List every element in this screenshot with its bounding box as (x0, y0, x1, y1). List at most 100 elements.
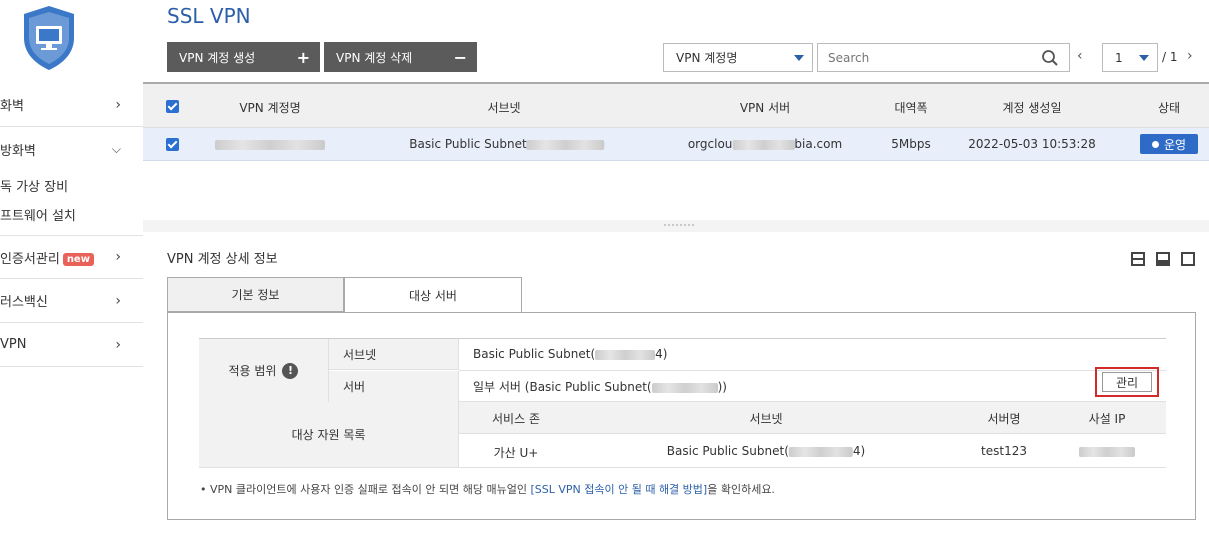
panel-splitter[interactable] (143, 220, 1209, 232)
filter-select[interactable]: VPN 계정명 (663, 43, 813, 72)
sidebar-item-text: 인증서관리 (0, 251, 60, 267)
help-note: • VPN 클라이언트에 사용자 인증 실패로 접속이 안 되면 해당 매뉴얼인… (200, 481, 775, 497)
chevron-down-icon: ⌵ (111, 141, 121, 156)
chevron-right-icon: › (115, 292, 121, 309)
vpn-account-table: VPN 계정명 서브넷 VPN 서버 대역폭 계정 생성일 상태 Basic P… (143, 82, 1209, 220)
resource-subnet-end: 4) (852, 444, 866, 458)
select-all-checkbox[interactable] (166, 100, 179, 113)
sidebar-item-web-firewall[interactable]: 방화벽 ⌵ (0, 127, 143, 171)
col-bandwidth[interactable]: 대역폭 (894, 99, 927, 116)
status-dot-icon (1151, 140, 1159, 148)
scope-label-text: 적용 범위 (228, 364, 277, 378)
minimize-panel-icon[interactable] (1131, 252, 1145, 266)
sidebar-item-label: 화벽 (0, 99, 24, 114)
subnet-value-text: Basic Public Subnet( (473, 347, 596, 361)
resource-subnet-text: Basic Public Subnet( (666, 444, 789, 458)
sidebar-item-label: 방화벽 (0, 143, 36, 159)
row-subnet: Basic Public Subnet (409, 137, 605, 151)
sidebar-item-ssl-vpn[interactable]: VPN › (0, 323, 143, 367)
subnet-value: Basic Public Subnet( 4) (473, 347, 667, 361)
info-exclamation-icon[interactable]: ! (282, 362, 299, 379)
minus-icon: − (453, 47, 467, 67)
note-text-end: 을 확인하세요. (707, 483, 775, 496)
server-value-text: 일부 서버 (Basic Public Subnet( (473, 380, 652, 394)
chevron-right-icon: › (115, 96, 121, 113)
table-row[interactable]: 가산 U+ Basic Public Subnet( 4) test123 (459, 435, 1166, 467)
maximize-panel-icon[interactable] (1181, 252, 1195, 266)
page-select[interactable]: 1 (1102, 43, 1158, 72)
sidebar-item-cert-manage[interactable]: 인증서관리 new › (0, 235, 143, 279)
col-resource-subnet: 서브넷 (749, 412, 783, 426)
half-panel-icon[interactable] (1156, 252, 1170, 266)
chevron-right-icon: › (115, 249, 121, 265)
col-subnet[interactable]: 서브넷 (487, 99, 520, 116)
sidebar-subitem-software-install[interactable]: 프트웨어 설치 (0, 205, 76, 224)
chevron-right-icon: › (115, 336, 121, 353)
resource-subnet: Basic Public Subnet( 4) (667, 444, 865, 458)
row-server-suffix: bia.com (794, 137, 843, 151)
table-row[interactable]: Basic Public Subnet orgclou bia.com 5Mbps… (143, 128, 1209, 161)
row-checkbox[interactable] (166, 138, 179, 151)
server-value: 일부 서버 (Basic Public Subnet()) (473, 378, 727, 395)
tab-target-server[interactable]: 대상 서버 (344, 277, 522, 313)
col-status[interactable]: 상태 (1158, 99, 1180, 116)
filter-selected-value: VPN 계정명 (676, 51, 738, 65)
detail-panel: VPN 계정 상세 정보 기본 정보 대상 서버 적용 범위! 서브넷 Basi… (143, 232, 1209, 535)
table-header: VPN 계정명 서브넷 VPN 서버 대역폭 계정 생성일 상태 (143, 84, 1209, 128)
search-icon[interactable] (1041, 49, 1059, 67)
col-server-name: 서버명 (987, 412, 1021, 426)
subnet-label: 서브넷 (329, 339, 459, 370)
scope-row: 적용 범위! 서브넷 Basic Public Subnet( 4) 서버 일부 … (199, 338, 1166, 402)
search-box (817, 43, 1070, 72)
manage-button[interactable]: 관리 (1102, 372, 1152, 392)
search-input[interactable] (818, 44, 1028, 71)
resource-row: 대상 자원 목록 서비스 존 서브넷 서버명 사설 IP 가산 U+ Basic… (199, 402, 1166, 468)
create-label: VPN 계정 생성 (179, 50, 256, 65)
sidebar-item-antivirus[interactable]: 러스백신 › (0, 279, 143, 323)
col-created[interactable]: 계정 생성일 (1002, 99, 1061, 116)
caret-down-icon (1139, 55, 1149, 61)
prev-page-icon[interactable]: ‹ (1077, 48, 1083, 64)
new-badge: new (62, 252, 94, 266)
resource-server-name: test123 (981, 444, 1027, 458)
col-vpn-server[interactable]: VPN 서버 (740, 99, 790, 116)
server-label: 서버 (329, 371, 459, 402)
server-value-end: )) (717, 380, 727, 394)
subnet-value-end: 4) (655, 347, 668, 361)
sidebar-item-label: 인증서관리 new (0, 248, 94, 267)
sidebar-item-label: 러스백신 (0, 295, 48, 310)
help-link[interactable]: [SSL VPN 접속이 안 될 때 해결 방법] (530, 483, 707, 496)
row-server-prefix: orgclou (687, 137, 733, 151)
caret-down-icon (794, 55, 804, 61)
resource-zone: 가산 U+ (493, 446, 539, 460)
page-current: 1 (1115, 50, 1123, 65)
sidebar: 화벽 › 방화벽 ⌵ 독 가상 장비 프트웨어 설치 인증서관리 new › 러스… (0, 0, 143, 535)
create-vpn-account-button[interactable]: VPN 계정 생성 + (167, 42, 320, 72)
row-subnet-text: Basic Public Subnet (409, 137, 527, 151)
note-text: • VPN 클라이언트에 사용자 인증 실패로 접속이 안 되면 해당 매뉴얼인 (200, 483, 531, 496)
manage-highlight: 관리 (1095, 367, 1159, 397)
col-service-zone: 서비스 존 (492, 412, 540, 426)
row-created: 2022-05-03 10:53:28 (968, 137, 1096, 151)
col-account-name[interactable]: VPN 계정명 (239, 99, 300, 116)
tab-basic-info[interactable]: 기본 정보 (167, 277, 344, 312)
main-content: SSL VPN VPN 계정 생성 + VPN 계정 삭제 − VPN 계정명 … (143, 0, 1209, 535)
account-name-redacted (215, 137, 325, 151)
page-title: SSL VPN (167, 4, 251, 28)
row-vpn-server: orgclou bia.com (688, 137, 842, 151)
drag-grip-icon[interactable] (663, 223, 695, 227)
sidebar-item-firewall[interactable]: 화벽 › (0, 83, 143, 127)
next-page-icon[interactable]: › (1187, 48, 1193, 64)
sidebar-subitem-virtual-appliance[interactable]: 독 가상 장비 (0, 176, 68, 195)
sidebar-item-label: VPN (0, 337, 27, 352)
scope-label: 적용 범위! (199, 339, 329, 402)
top-bar: SSL VPN VPN 계정 생성 + VPN 계정 삭제 − VPN 계정명 … (143, 0, 1209, 82)
status-text: 운영 (1163, 137, 1187, 152)
delete-label: VPN 계정 삭제 (336, 50, 413, 65)
delete-vpn-account-button[interactable]: VPN 계정 삭제 − (324, 42, 477, 72)
resource-ip-redacted (1079, 444, 1135, 458)
status-badge: 운영 (1140, 134, 1198, 154)
plus-icon: + (296, 47, 310, 67)
page-total: / 1 (1162, 50, 1178, 64)
col-private-ip: 사설 IP (1088, 412, 1126, 426)
